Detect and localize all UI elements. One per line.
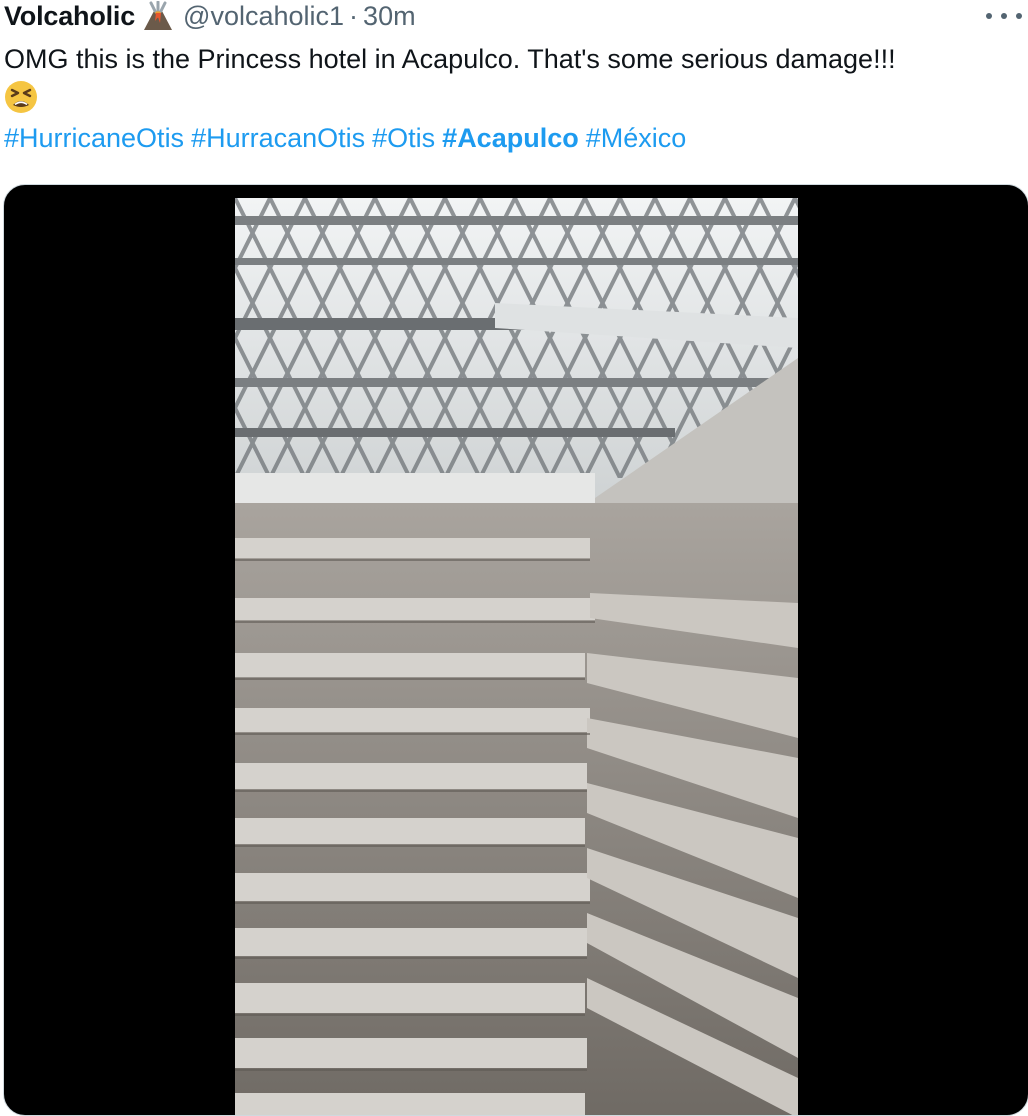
tweet-header: Volcaholic @volcaholic1 · 30m [4,0,1024,32]
hashtag-link[interactable]: #Acapulco [442,123,579,153]
more-dot-icon [1001,13,1007,19]
timestamp[interactable]: 30m [363,1,416,32]
video-player[interactable] [3,184,1028,1116]
tired-face-icon [4,80,38,114]
separator-dot: · [349,0,359,31]
hashtag-link[interactable]: #HurracanOtis [191,123,365,153]
volcano-icon [141,0,175,31]
hashtag-link[interactable]: #México [586,123,687,153]
tweet-body: OMG this is the Princess hotel in Acapul… [4,44,896,74]
hashtag-link[interactable]: #HurricaneOtis [4,123,184,153]
more-dot-icon [1016,13,1022,19]
tweet-text: OMG this is the Princess hotel in Acapul… [4,40,1022,116]
hashtag-list: #HurricaneOtis #HurracanOtis #Otis #Acapulc… [4,119,693,157]
video-thumbnail[interactable] [235,198,798,1115]
author-name[interactable]: Volcaholic [4,1,135,32]
hashtag-link[interactable]: #Otis [372,123,435,153]
author-handle[interactable]: @volcaholic1 [183,1,344,32]
more-options-button[interactable] [986,6,1022,26]
more-dot-icon [986,13,992,19]
